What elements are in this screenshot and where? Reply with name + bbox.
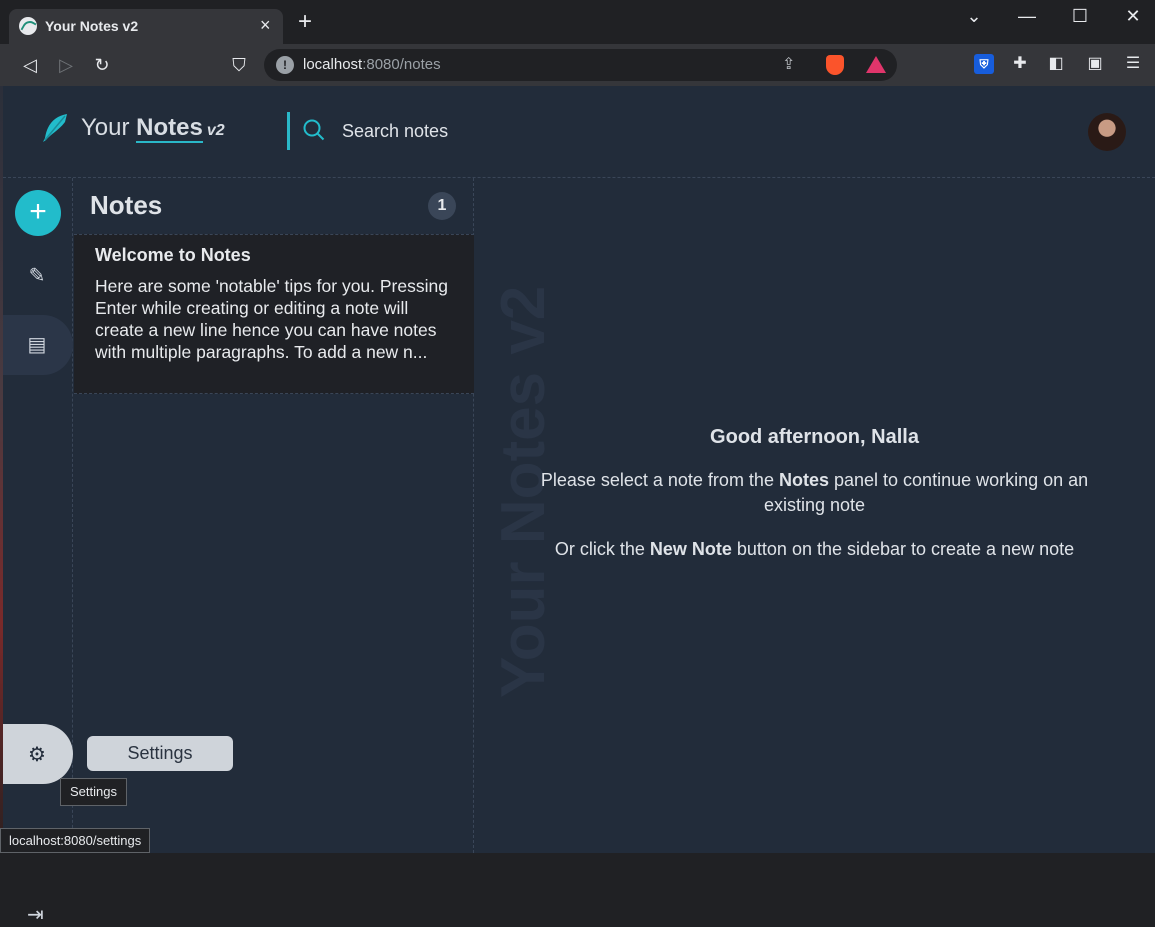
main-content: Your Notes v2 Good afternoon, Nalla Plea… [474,178,1155,853]
app-header: Your Notes v2 Search notes [3,86,1155,178]
app-logo[interactable]: Your Notes v2 [81,114,225,143]
notes-panel: Notes 1 Welcome to Notes Here are some '… [73,178,474,853]
user-avatar[interactable] [1088,113,1126,151]
gear-icon: ⚙ [28,744,46,766]
back-icon[interactable]: ◁ [18,53,42,77]
note-preview: Here are some 'notable' tips for you. Pr… [95,276,448,362]
browser-menu-icon[interactable]: ☰ [1123,54,1143,74]
note-title: Welcome to Notes [95,245,251,265]
reload-icon[interactable]: ↻ [90,53,114,77]
new-note-button[interactable]: + [15,190,61,236]
tab-search-button[interactable]: ⌄ [959,6,989,27]
create-note-message: Or click the New Note button on the side… [474,539,1155,560]
select-bold: Notes [778,470,829,490]
greeting: Good afternoon, Nalla [710,426,919,448]
edit-icon[interactable]: ✎ [25,264,49,288]
brave-shields-icon[interactable] [826,55,844,75]
logout-icon[interactable]: ⇥ [27,902,44,927]
notes-panel-title: Notes [90,190,163,220]
create-suffix: button on the sidebar to create a new no… [731,539,1075,559]
wallet-icon[interactable]: ▣ [1085,54,1105,74]
settings-button[interactable]: ⚙ [3,724,73,784]
sidebar: + ✎ ▤ ⚙ ⇥ [3,178,73,926]
logo-version: v2 [206,122,225,139]
logo-your: Your [81,114,130,141]
share-icon[interactable]: ⇪ [782,54,795,74]
notes-document-icon: ▤ [27,334,47,356]
select-note-message: Please select a note from the Notes pane… [514,468,1115,518]
tab-strip: Your Notes v2 × + ⌄ — ☐ ✕ [0,0,1155,44]
url-path: :8080/notes [362,56,441,73]
logo-notes: Notes [136,114,203,143]
sidebar-item-notes[interactable]: ▤ [3,315,73,375]
maximize-button[interactable]: ☐ [1065,6,1095,27]
notes-count-badge: 1 [428,192,456,220]
header-divider [287,112,290,150]
browser-chrome: Your Notes v2 × + ⌄ — ☐ ✕ ◁ ▷ ↻ ⛉ ! loca… [0,0,1155,86]
feather-logo-icon [43,114,67,142]
search-icon[interactable] [303,119,325,141]
forward-icon[interactable]: ▷ [54,53,78,77]
address-bar[interactable]: ! localhost:8080/notes ⇪ [264,49,897,81]
tab-close-icon[interactable]: × [260,15,271,36]
create-bold: New Note [649,539,732,559]
new-tab-button[interactable]: + [298,10,312,34]
notes-app: Your Notes v2 Search notes + ✎ ▤ ⚙ ⇥ Sett… [3,86,1155,926]
feather-favicon-icon [19,17,37,35]
tab-title: Your Notes v2 [45,18,139,34]
url-text[interactable]: localhost:8080/notes [303,56,441,73]
minimize-button[interactable]: — [1012,6,1042,27]
browser-toolbar: ◁ ▷ ↻ ⛉ ! localhost:8080/notes ⇪ ⛨ ✚ ◧ ▣… [0,44,1155,86]
browser-tab[interactable]: Your Notes v2 × [9,9,283,44]
url-host: localhost [303,56,363,73]
extensions-puzzle-icon[interactable]: ✚ [1010,54,1030,74]
status-bar-url: localhost:8080/settings [0,828,151,853]
select-prefix: Please select a note from the [540,470,779,490]
brave-rewards-icon[interactable] [866,56,886,73]
bitwarden-extension-icon[interactable]: ⛨ [974,54,994,74]
sidebar-toggle-icon[interactable]: ◧ [1046,54,1066,74]
bookmark-icon[interactable]: ⛉ [227,53,251,77]
note-card[interactable]: Welcome to Notes Here are some 'notable'… [74,234,474,394]
close-window-button[interactable]: ✕ [1118,6,1148,27]
site-info-icon[interactable]: ! [276,56,294,74]
search-input[interactable]: Search notes [342,121,448,142]
create-prefix: Or click the [554,539,650,559]
